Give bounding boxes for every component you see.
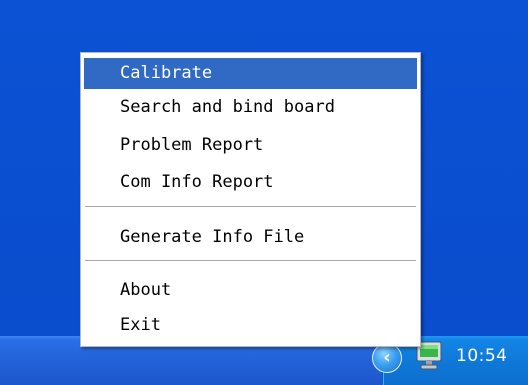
menu-item-generate-info-file[interactable]: Generate Info File xyxy=(84,222,417,253)
menu-item-com-info-report[interactable]: Com Info Report xyxy=(84,167,417,198)
menu-separator xyxy=(85,260,416,262)
taskbar-clock[interactable]: 10:54 xyxy=(456,344,508,368)
show-hidden-icons-chevron-icon[interactable]: ‹ xyxy=(372,343,402,373)
menu-item-problem-report[interactable]: Problem Report xyxy=(84,130,417,161)
menu-separator xyxy=(85,206,416,208)
menu-item-search-and-bind-board[interactable]: Search and bind board xyxy=(84,92,417,123)
menu-item-calibrate[interactable]: Calibrate xyxy=(84,58,417,89)
menu-item-about[interactable]: About xyxy=(84,275,417,306)
context-menu: Calibrate Search and bind board Problem … xyxy=(80,52,421,347)
menu-item-exit[interactable]: Exit xyxy=(84,310,417,341)
